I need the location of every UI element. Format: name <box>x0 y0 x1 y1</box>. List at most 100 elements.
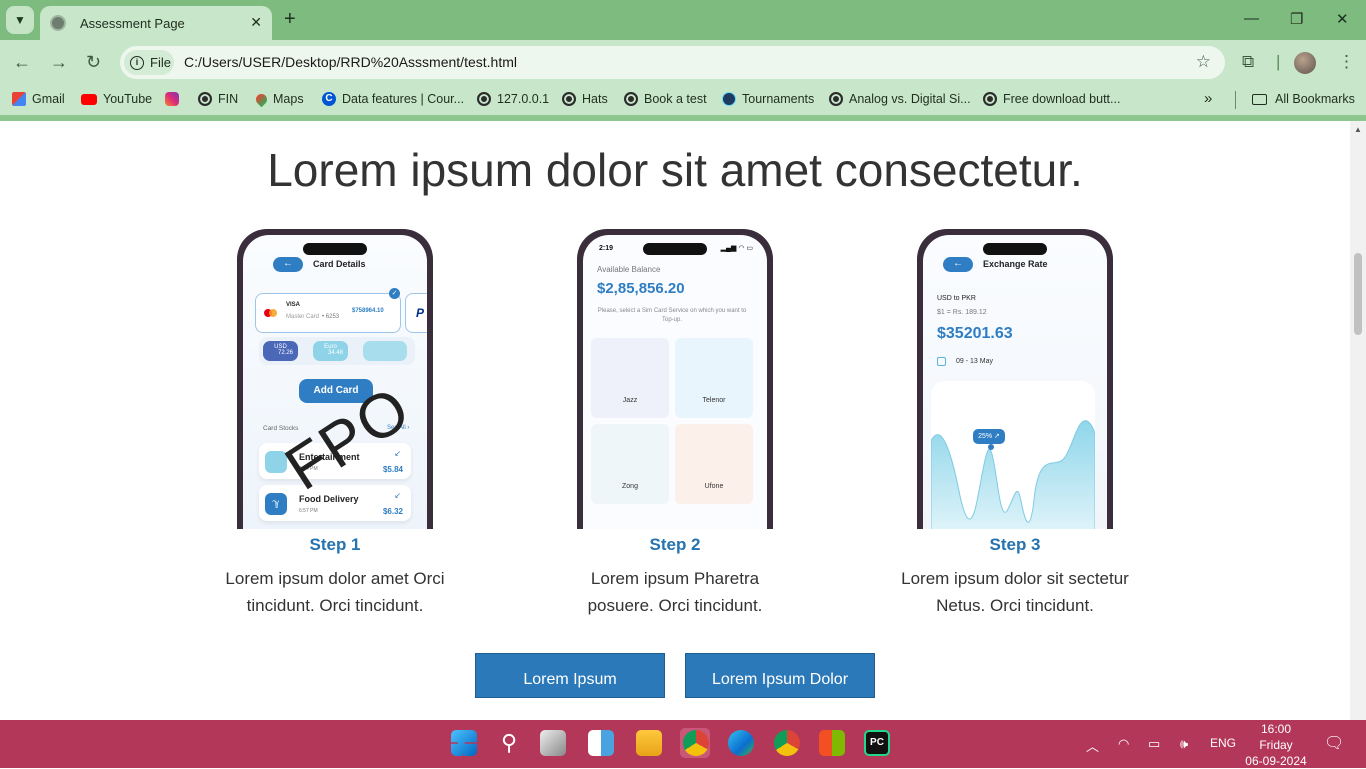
step-description: Lorem ipsum Pharetra posuere. Orci tincid… <box>587 569 763 615</box>
rate-chart <box>930 381 1096 529</box>
site-info-chip[interactable]: i File <box>124 50 174 75</box>
profile-avatar[interactable] <box>1294 52 1316 74</box>
windows-taskbar: ⚲ PC ︿ ◠ ▭ 🕪 ENG 16:00 Friday 06-09-2024… <box>0 720 1366 768</box>
step-1: ← Card Details VISA Master Card • 6253 $… <box>190 229 480 619</box>
reload-icon[interactable]: ↻ <box>86 52 101 73</box>
start-icon[interactable] <box>451 730 477 756</box>
scrollbar-thumb[interactable] <box>1354 253 1362 335</box>
pycharm-icon[interactable]: PC <box>864 730 890 756</box>
window-close-icon[interactable]: ✕ <box>1336 10 1349 28</box>
step-title: Step 1 <box>309 535 361 554</box>
step-3: ← Exchange Rate USD to PKR $1 = Rs. 189.… <box>870 229 1160 619</box>
phone-notch <box>983 243 1047 255</box>
converted-amount: $35201.63 <box>937 325 1013 342</box>
bookmark-maps[interactable]: Maps <box>253 91 304 107</box>
store-icon[interactable] <box>819 730 845 756</box>
tab-search-button[interactable]: ▼ <box>6 6 34 34</box>
date-range: 09 - 13 May <box>937 357 993 366</box>
forward-icon[interactable]: → <box>50 52 68 73</box>
area-chart-graphic <box>930 420 1096 529</box>
transaction-food-delivery: ℽ Food Delivery 6:57 PM ↙ $6.32 <box>259 485 411 521</box>
notifications-icon[interactable]: 🗨 <box>1324 733 1344 753</box>
back-icon[interactable]: ← <box>13 52 31 73</box>
bookmark-youtube[interactable]: YouTube <box>81 92 152 106</box>
bookmark-analog-digital[interactable]: Analog vs. Digital Si... <box>829 92 971 106</box>
globe-icon <box>477 92 491 106</box>
screen-title: Exchange Rate <box>983 259 1048 269</box>
page-content: Lorem ipsum dolor sit amet consectetur. … <box>0 121 1350 720</box>
status-icons: ▂▄▆ ◠ ▭ <box>720 245 753 252</box>
sim-jazz: Jazz <box>591 338 669 418</box>
bookmark-hats[interactable]: Hats <box>562 92 608 106</box>
bookmark-tournaments[interactable]: Tournaments <box>722 92 814 106</box>
minimize-icon[interactable]: — <box>1244 10 1259 27</box>
phone-notch <box>303 243 367 255</box>
info-icon: i <box>130 55 144 70</box>
globe-icon <box>983 92 997 106</box>
bookmark-free-download[interactable]: Free download butt... <box>983 92 1120 106</box>
tab-bar: ▼ Assessment Page ✕ + — ❐ ✕ <box>0 0 1366 40</box>
bookmark-gmail[interactable]: Gmail <box>12 92 65 106</box>
chrome-profile-icon[interactable] <box>774 730 800 756</box>
show-hidden-icons[interactable]: ︿ <box>1086 736 1099 755</box>
percent-badge: 25% ↗ <box>973 429 1005 444</box>
scroll-up-icon[interactable]: ▲ <box>1354 125 1362 134</box>
phone-mockup-card-details: ← Card Details VISA Master Card • 6253 $… <box>237 229 433 529</box>
extensions-icon[interactable]: ⧉ <box>1242 52 1254 72</box>
file-label: File <box>150 55 171 70</box>
instagram-icon <box>165 92 179 106</box>
status-time: 2:19 <box>599 245 614 252</box>
wifi-icon[interactable]: ◠ <box>1118 736 1129 752</box>
tab-assessment-page[interactable]: Assessment Page ✕ <box>40 6 272 40</box>
bookmarks-bar: Gmail YouTube FIN Maps C Data features | … <box>0 85 1366 115</box>
currency-pair: USD to PKR <box>937 295 976 302</box>
react-icon <box>722 92 736 106</box>
widgets-icon[interactable] <box>588 730 614 756</box>
globe-icon <box>198 92 212 106</box>
currency-usd: USD 72.26 <box>263 341 299 361</box>
phone-mockup-balance: 2:19 ▂▄▆ ◠ ▭ Available Balance $2,85,856… <box>577 229 773 529</box>
bookmark-book-a-test[interactable]: Book a test <box>624 92 707 106</box>
bookmark-star-icon[interactable]: ☆ <box>1196 52 1211 72</box>
all-bookmarks-button[interactable]: All Bookmarks <box>1252 92 1355 106</box>
url-text[interactable]: C:/Users/USER/Desktop/RRD%20Asssment/tes… <box>184 54 517 70</box>
file-explorer-icon[interactable] <box>636 730 662 756</box>
lorem-ipsum-dolor-button[interactable]: Lorem Ipsum Dolor <box>685 653 875 698</box>
clock[interactable]: 16:00 Friday 06-09-2024 <box>1236 721 1316 769</box>
youtube-icon <box>81 93 97 105</box>
calendar-icon <box>937 357 946 366</box>
new-tab-button[interactable]: + <box>284 9 296 29</box>
battery-icon[interactable]: ▭ <box>1148 736 1160 752</box>
language-indicator[interactable]: ENG <box>1210 736 1236 750</box>
volume-icon[interactable]: 🕪 <box>1180 736 1188 752</box>
step-description: Lorem ipsum dolor amet Orci tincidunt. Or… <box>225 569 445 615</box>
navigation-toolbar: ← → ↻ i File C:/Users/USER/Desktop/RRD%2… <box>0 40 1366 85</box>
back-arrow-icon: ← <box>943 257 973 272</box>
close-tab-icon[interactable]: ✕ <box>250 14 262 31</box>
lorem-ipsum-button[interactable]: Lorem Ipsum <box>475 653 665 698</box>
currency-third <box>363 341 407 361</box>
tab-title: Assessment Page <box>80 15 185 31</box>
restore-icon[interactable]: ❐ <box>1290 10 1303 28</box>
bookmark-fin[interactable]: FIN <box>198 92 238 106</box>
back-arrow-icon: ← <box>273 257 303 272</box>
menu-kebab-icon[interactable]: ⋮ <box>1338 52 1355 72</box>
address-bar[interactable]: i File C:/Users/USER/Desktop/RRD%20Asssm… <box>120 46 1225 79</box>
more-bookmarks-button[interactable]: » <box>1204 90 1212 107</box>
chrome-icon[interactable] <box>683 730 709 756</box>
vertical-scrollbar[interactable]: ▲ <box>1350 121 1366 720</box>
phone-notch <box>643 243 707 255</box>
arrow-down-left-icon: ↙ <box>394 449 401 458</box>
bookmark-instagram[interactable] <box>165 92 185 106</box>
phone-mockup-exchange-rate: ← Exchange Rate USD to PKR $1 = Rs. 189.… <box>917 229 1113 529</box>
search-icon[interactable]: ⚲ <box>496 730 522 756</box>
edge-icon[interactable] <box>728 730 754 756</box>
bookmark-data-features[interactable]: C Data features | Cour... <box>322 92 464 106</box>
gmail-icon <box>12 92 26 106</box>
card-paypal: P <box>405 293 427 333</box>
coursera-icon: C <box>322 92 336 106</box>
bookmark-localhost[interactable]: 127.0.0.1 <box>477 92 549 106</box>
task-view-icon[interactable] <box>540 730 566 756</box>
currency-euro: Euro 34.48 <box>313 341 349 361</box>
sim-ufone: Ufone <box>675 424 753 504</box>
